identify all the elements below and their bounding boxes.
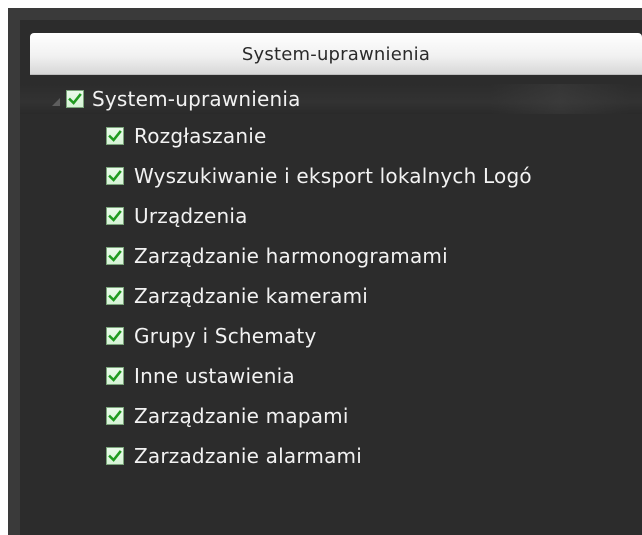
tree-root-label: System-uprawnienia — [92, 87, 301, 111]
checkbox-checked-icon[interactable] — [106, 207, 124, 225]
tree-item-label: Urządzenia — [134, 204, 248, 228]
tree-item-label: Zarządzanie harmonogramami — [134, 244, 448, 268]
panel-header: System-uprawnienia — [30, 33, 642, 75]
tree-item-schedules[interactable]: Zarządzanie harmonogramami — [106, 236, 448, 276]
permissions-panel: System-uprawnienia System-uprawnienia Ro… — [20, 20, 642, 535]
checkbox-checked-icon[interactable] — [106, 407, 124, 425]
tree-item-maps[interactable]: Zarządzanie mapami — [106, 396, 349, 436]
tree-item-label: Inne ustawienia — [134, 364, 295, 388]
tree-item-label: Rozgłaszanie — [134, 124, 267, 148]
checkbox-checked-icon[interactable] — [106, 327, 124, 345]
tree-item-other-settings[interactable]: Inne ustawienia — [106, 356, 295, 396]
checkbox-checked-icon[interactable] — [106, 167, 124, 185]
tree-item-label: Zarządzanie mapami — [134, 404, 349, 428]
tree-item-label: Wyszukiwanie i eksport lokalnych Logó — [134, 164, 532, 188]
tree-item-label: Zarządzanie kamerami — [134, 284, 369, 308]
panel-header-title: System-uprawnienia — [241, 43, 431, 65]
permissions-tree: System-uprawnienia Rozgłaszanie Wyszukiw… — [20, 78, 642, 518]
checkbox-checked-icon[interactable] — [106, 287, 124, 305]
checkbox-checked-icon[interactable] — [106, 447, 124, 465]
tree-item-devices[interactable]: Urządzenia — [106, 196, 248, 236]
checkbox-checked-icon[interactable] — [106, 127, 124, 145]
tree-root-row[interactable]: System-uprawnienia — [20, 84, 642, 114]
tree-item-label: Zarzadzanie alarmami — [134, 444, 362, 468]
tree-item-cameras[interactable]: Zarządzanie kamerami — [106, 276, 368, 316]
tree-item-label: Grupy i Schematy — [134, 324, 317, 348]
tree-item-groups-schemes[interactable]: Grupy i Schematy — [106, 316, 317, 356]
checkbox-checked-icon[interactable] — [106, 367, 124, 385]
checkbox-checked-icon[interactable] — [106, 247, 124, 265]
checkbox-checked-icon[interactable] — [66, 90, 84, 108]
tree-item-alarms[interactable]: Zarzadzanie alarmami — [106, 436, 362, 476]
expand-triangle-icon[interactable] — [52, 98, 60, 106]
tree-item-log-search-export[interactable]: Wyszukiwanie i eksport lokalnych Logó — [106, 156, 532, 196]
tree-item-broadcast[interactable]: Rozgłaszanie — [106, 116, 266, 156]
